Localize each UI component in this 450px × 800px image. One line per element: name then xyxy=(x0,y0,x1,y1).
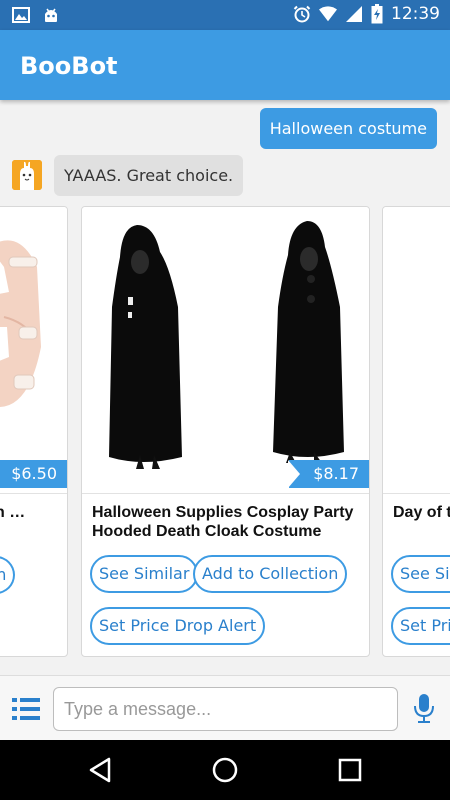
price-tag: $8.17 xyxy=(288,460,369,488)
set-price-drop-alert-button[interactable]: Set Price Drop Alert xyxy=(90,607,266,645)
product-title: Day of t… Adult Co… xyxy=(393,504,450,521)
cloak-image xyxy=(109,221,344,469)
recents-icon[interactable] xyxy=(336,756,364,784)
app-bar: BooBot xyxy=(0,30,450,100)
message-input[interactable] xyxy=(53,687,398,731)
product-image xyxy=(82,207,369,492)
list-menu-icon[interactable] xyxy=(12,698,40,720)
chat-area[interactable]: Halloween costume YAAAS. Great choice. $… xyxy=(0,100,450,675)
system-nav-bar xyxy=(0,740,450,800)
bot-avatar xyxy=(12,160,42,190)
bot-message-bubble: YAAAS. Great choice. xyxy=(54,155,244,196)
product-card[interactable]: Day of t… Adult Co… See Sim… Set Pric… xyxy=(382,206,450,657)
message-input-bar xyxy=(0,675,450,740)
product-title: …oween … xyxy=(0,504,26,521)
card-action-button[interactable]: …ion xyxy=(0,556,16,594)
back-icon[interactable] xyxy=(87,756,115,784)
product-card[interactable]: $8.17 Halloween Supplies Cosplay Party H… xyxy=(81,206,370,657)
price-tag: $6.50 xyxy=(0,460,67,488)
battery-icon xyxy=(371,4,383,24)
android-icon xyxy=(45,8,57,22)
microphone-icon[interactable] xyxy=(413,694,435,724)
product-title: Halloween Supplies Cosplay Party Hooded … xyxy=(92,504,354,540)
add-to-collection-button[interactable]: Add to Collection xyxy=(193,555,348,593)
status-bar: 12:39 xyxy=(0,0,450,30)
home-icon[interactable] xyxy=(211,756,239,784)
user-message-bubble: Halloween costume xyxy=(259,108,437,149)
product-image xyxy=(383,207,450,492)
set-price-drop-alert-button[interactable]: Set Pric… xyxy=(391,607,450,645)
status-clock: 12:39 xyxy=(391,4,440,24)
bunny-icon xyxy=(12,160,42,190)
app-title: BooBot xyxy=(20,52,118,80)
image-icon xyxy=(12,7,30,23)
see-similar-button[interactable]: See Sim… xyxy=(391,555,450,593)
alarm-icon xyxy=(293,5,311,23)
wifi-icon xyxy=(319,6,337,22)
product-image xyxy=(0,207,67,492)
signal-icon xyxy=(346,6,362,22)
product-card[interactable]: $6.50 …oween … …ion xyxy=(0,206,68,657)
see-similar-button[interactable]: See Similar xyxy=(90,555,199,593)
